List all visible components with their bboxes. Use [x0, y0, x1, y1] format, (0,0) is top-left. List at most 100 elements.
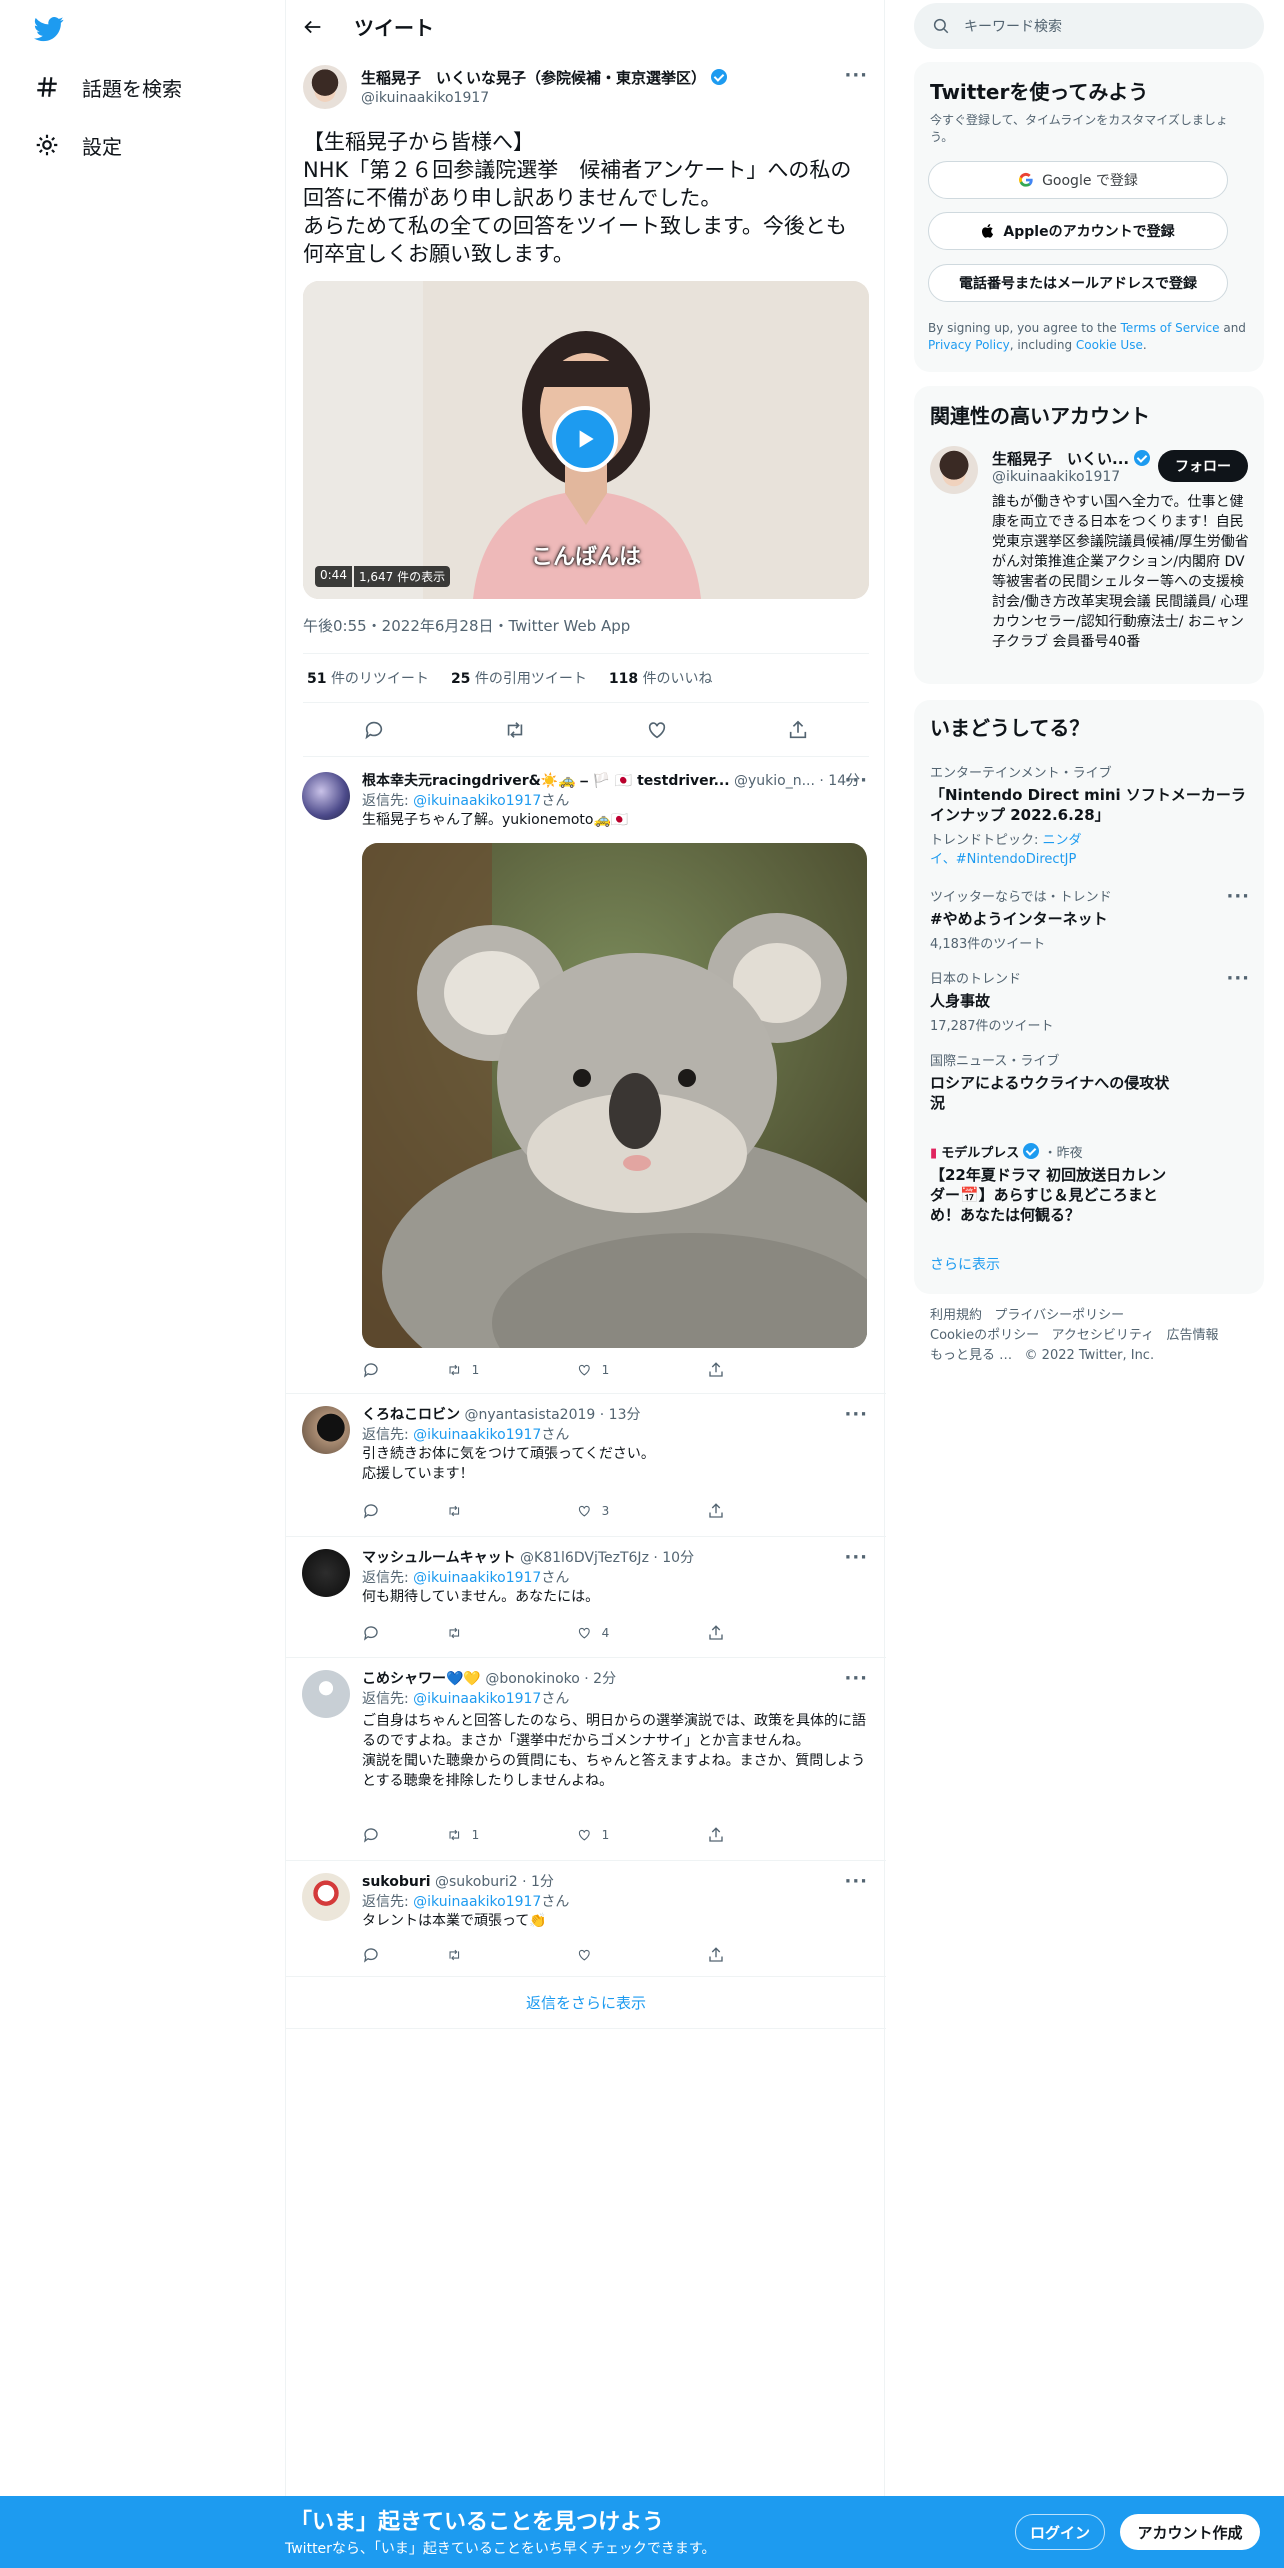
reply-author-name[interactable]: 根本幸夫元racingdriver&☀️🚕 ⎯ 🏳️ 🇯🇵 testdriver…	[362, 773, 730, 789]
trend-item[interactable]: ▮ モデルプレス ・昨夜 【22年夏ドラマ 初回放送日カレンダー📅】あらすじ＆見…	[930, 1142, 1250, 1225]
privacy-link[interactable]: Privacy Policy	[928, 338, 1010, 352]
share-button[interactable]	[707, 1623, 792, 1643]
follow-button[interactable]: フォロー	[1158, 450, 1248, 482]
reply-avatar[interactable]	[302, 1873, 350, 1921]
reply-avatar[interactable]	[302, 1670, 350, 1718]
like-button[interactable]	[577, 1945, 707, 1965]
trend-item[interactable]: エンターテインメント・ライブ 「Nintendo Direct mini ソフト…	[930, 762, 1250, 867]
mention-link[interactable]: @ikuinaakiko1917	[413, 793, 541, 809]
reply-time[interactable]: · 10分	[653, 1550, 694, 1566]
reply-author-handle[interactable]: @sukoburi2	[435, 1874, 518, 1890]
twitter-logo-icon[interactable]	[32, 14, 66, 44]
footer-cookie-link[interactable]: Cookieのポリシー	[930, 1328, 1039, 1343]
mention-link[interactable]: @ikuinaakiko1917	[413, 1894, 541, 1910]
reply-tweet[interactable]: マッシュルームキャット @K81l6DVjTezT6Jz · 10分 ··· 返…	[286, 1537, 886, 1658]
retweet-button[interactable]	[447, 1623, 577, 1643]
like-button[interactable]: 1	[577, 1360, 707, 1380]
create-account-button[interactable]: アカウント作成	[1120, 2514, 1260, 2550]
relevant-account-name-row[interactable]: 生稲晃子 いくい...	[992, 448, 1152, 469]
reply-author-name[interactable]: sukoburi	[362, 1874, 431, 1890]
share-button[interactable]	[707, 1360, 792, 1380]
nav-settings[interactable]: 設定	[34, 125, 122, 165]
footer-ads-link[interactable]: 広告情報	[1167, 1328, 1219, 1343]
play-button[interactable]	[552, 406, 618, 472]
trends-show-more-link[interactable]: さらに表示	[930, 1254, 1000, 1274]
retweet-icon[interactable]	[504, 719, 526, 741]
show-more-replies-link[interactable]: 返信をさらに表示	[286, 1977, 886, 2029]
reply-button[interactable]	[362, 1623, 447, 1643]
reply-author-handle[interactable]: @bonokinoko	[485, 1671, 580, 1687]
reply-tweet[interactable]: sukoburi @sukoburi2 · 1分 ··· 返信先: @ikuin…	[286, 1861, 886, 1977]
reply-avatar[interactable]	[302, 1406, 350, 1454]
mention-link[interactable]: @ikuinaakiko1917	[413, 1427, 541, 1443]
more-options-icon[interactable]: ···	[844, 1547, 868, 1568]
reply-icon[interactable]	[363, 719, 385, 741]
relevant-account-name[interactable]: 生稲晃子 いくい...	[992, 450, 1129, 468]
search-bar[interactable]: キーワード検索	[914, 3, 1264, 49]
login-button[interactable]: ログイン	[1015, 2514, 1105, 2550]
reply-tweet[interactable]: くろねこロビン @nyantasista2019 · 13分 ··· 返信先: …	[286, 1394, 886, 1537]
share-icon[interactable]	[787, 719, 809, 741]
search-input[interactable]: キーワード検索	[964, 16, 1062, 36]
retweet-count[interactable]: 51 件のリツイート	[307, 668, 429, 688]
reply-author-name[interactable]: こめシャワー💙💛	[362, 1671, 481, 1687]
author-handle[interactable]: @ikuinaakiko1917	[361, 90, 727, 106]
back-arrow-icon[interactable]	[302, 16, 324, 38]
phone-email-signup-button[interactable]: 電話番号またはメールアドレスで登録	[928, 264, 1228, 302]
retweet-button[interactable]: 1	[447, 1825, 577, 1845]
reply-tweet[interactable]: 根本幸夫元racingdriver&☀️🚕 ⎯ 🏳️ 🇯🇵 testdriver…	[286, 760, 886, 1394]
relevant-account-handle[interactable]: @ikuinaakiko1917	[992, 469, 1120, 485]
footer-privacy-link[interactable]: プライバシーポリシー	[994, 1308, 1124, 1323]
more-options-icon[interactable]: ···	[844, 65, 868, 86]
mention-link[interactable]: @ikuinaakiko1917	[413, 1570, 541, 1586]
retweet-button[interactable]	[447, 1945, 577, 1965]
trend-item[interactable]: 日本のトレンド 人身事故 17,287件のツイート ···	[930, 968, 1250, 1034]
terms-link[interactable]: Terms of Service	[1121, 321, 1220, 335]
google-signup-button[interactable]: Google で登録	[928, 161, 1228, 199]
more-options-icon[interactable]: ···	[844, 770, 868, 791]
tweet-video[interactable]: こんばんは 0:44 1,647 件の表示	[303, 281, 869, 599]
trend-item[interactable]: 国際ニュース・ライブ ロシアによるウクライナへの侵攻状況	[930, 1050, 1250, 1113]
reply-author-handle[interactable]: @K81l6DVjTezT6Jz	[520, 1550, 649, 1566]
cookie-use-link[interactable]: Cookie Use	[1076, 338, 1143, 352]
relevant-account-avatar[interactable]	[930, 446, 978, 494]
mention-link[interactable]: @ikuinaakiko1917	[413, 1691, 541, 1707]
nav-explore[interactable]: 話題を検索	[34, 67, 182, 107]
reply-avatar[interactable]	[302, 772, 350, 820]
reply-button[interactable]	[362, 1501, 447, 1521]
footer-more-link[interactable]: もっと見る …	[930, 1348, 1012, 1363]
reply-button[interactable]	[362, 1825, 447, 1845]
author-block[interactable]: 生稲晃子 いくいな晃子（参院候補・東京選挙区） @ikuinaakiko1917	[361, 67, 728, 106]
footer-terms-link[interactable]: 利用規約	[930, 1308, 982, 1323]
like-icon[interactable]	[646, 719, 668, 741]
apple-signup-button[interactable]: Appleのアカウントで登録	[928, 212, 1228, 250]
like-count[interactable]: 118 件のいいね	[609, 668, 713, 688]
reply-avatar[interactable]	[302, 1549, 350, 1597]
tweet-timestamp[interactable]: 午後0:55・2022年6月28日・Twitter Web App	[303, 615, 630, 636]
reply-time[interactable]: · 13分	[600, 1407, 641, 1423]
author-name[interactable]: 生稲晃子 いくいな晃子（参院候補・東京選挙区）	[361, 69, 706, 87]
reply-time[interactable]: · 2分	[584, 1671, 616, 1687]
more-options-icon[interactable]: ···	[844, 1668, 868, 1689]
reply-button[interactable]	[362, 1360, 447, 1380]
reply-author-name[interactable]: くろねこロビン	[362, 1407, 460, 1423]
reply-image-koala[interactable]	[362, 843, 867, 1348]
reply-author-handle[interactable]: @yukio_n...	[734, 773, 815, 789]
share-button[interactable]	[707, 1825, 792, 1845]
more-options-icon[interactable]: ···	[1226, 968, 1250, 989]
share-button[interactable]	[707, 1945, 792, 1965]
more-options-icon[interactable]: ···	[844, 1871, 868, 1892]
share-button[interactable]	[707, 1501, 792, 1521]
reply-time[interactable]: · 1分	[522, 1874, 554, 1890]
reply-author-handle[interactable]: @nyantasista2019	[464, 1407, 595, 1423]
like-button[interactable]: 4	[577, 1623, 707, 1643]
reply-button[interactable]	[362, 1945, 447, 1965]
author-avatar[interactable]	[303, 65, 347, 109]
footer-accessibility-link[interactable]: アクセシビリティ	[1052, 1328, 1155, 1343]
quote-count[interactable]: 25 件の引用ツイート	[451, 668, 587, 688]
trend-item[interactable]: ツイッターならでは・トレンド #やめようインターネット 4,183件のツイート …	[930, 886, 1250, 952]
more-options-icon[interactable]: ···	[1226, 886, 1250, 907]
like-button[interactable]: 1	[577, 1825, 707, 1845]
retweet-button[interactable]	[447, 1501, 577, 1521]
like-button[interactable]: 3	[577, 1501, 707, 1521]
